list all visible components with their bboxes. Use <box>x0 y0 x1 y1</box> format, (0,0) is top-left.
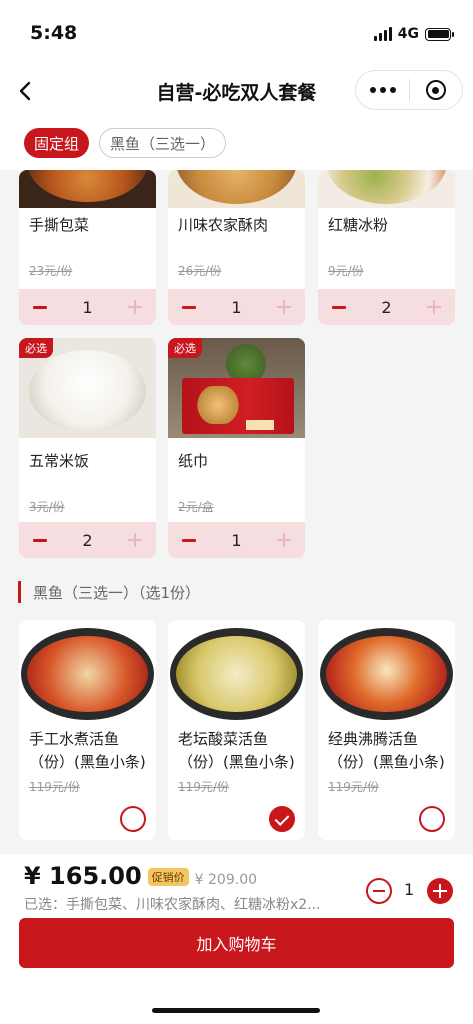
quantity-value: 1 <box>231 297 242 317</box>
product-name: 红糖冰粉 <box>328 216 389 234</box>
nav-bar: 自营-必吃双人套餐 <box>0 66 473 116</box>
network-label: 4G <box>397 26 419 42</box>
product-name: 纸巾 <box>178 452 209 470</box>
plus-icon[interactable] <box>427 300 441 314</box>
status-bar: 5:48 4G <box>0 0 473 66</box>
minus-icon[interactable] <box>33 300 47 314</box>
product-name: 川味农家酥肉 <box>178 216 269 234</box>
product-card: 红糖冰粉 9元/份 2 <box>318 170 455 325</box>
package-content: 手撕包菜 23元/份 1 川味农家酥肉 26元/份 1 红糖冰粉 9元/份 2 <box>0 170 473 854</box>
add-to-cart-button[interactable]: 加入购物车 <box>19 918 454 968</box>
product-price: 3元/份 <box>29 500 65 514</box>
quantity-stepper: 1 <box>168 289 305 325</box>
product-image-crispy-pork <box>168 170 305 208</box>
mini-program-capsule <box>355 70 463 110</box>
product-price: 119元/份 <box>178 780 229 794</box>
battery-icon <box>425 27 454 41</box>
product-card: 必选 五常米饭 3元/份 2 <box>19 338 156 558</box>
quantity-stepper: 2 <box>318 289 455 325</box>
package-quantity: 1 <box>404 880 415 899</box>
increase-quantity-button[interactable] <box>427 878 453 904</box>
status-time: 5:48 <box>30 22 78 44</box>
select-radio[interactable] <box>419 806 445 832</box>
product-price: 2元/盒 <box>178 500 214 514</box>
product-image-sizzling-fish <box>318 620 455 720</box>
minus-icon[interactable] <box>182 300 196 314</box>
product-name: 老坛酸菜活鱼（份）(黑鱼小条) <box>178 730 295 771</box>
more-icon[interactable] <box>356 70 409 110</box>
product-price: 23元/份 <box>29 264 73 278</box>
section-accent-bar <box>18 581 21 603</box>
tab-fish-choice[interactable]: 黑鱼（三选一） <box>99 128 227 158</box>
tab-fixed-group[interactable]: 固定组 <box>24 128 90 158</box>
product-image-boiled-fish <box>19 620 156 720</box>
group-tabs: 固定组 黑鱼（三选一） <box>0 116 473 170</box>
product-name: 手工水煮活鱼（份）(黑鱼小条) <box>29 730 146 771</box>
current-price: ¥ 165.00 <box>24 862 142 890</box>
quantity-value: 2 <box>381 297 392 317</box>
fish-option-card[interactable]: 手工水煮活鱼（份）(黑鱼小条) 119元/份 <box>19 620 156 840</box>
fish-option-card[interactable]: 老坛酸菜活鱼（份）(黑鱼小条) 119元/份 <box>168 620 305 840</box>
product-price: 119元/份 <box>328 780 379 794</box>
product-image-ice-jelly <box>318 170 455 208</box>
original-price: ¥ 209.00 <box>194 872 258 888</box>
product-card: 必选 纸巾 2元/盒 1 <box>168 338 305 558</box>
minus-icon[interactable] <box>332 300 346 314</box>
plus-icon[interactable] <box>128 533 142 547</box>
fish-section-header: 黑鱼（三选一）（选1份） <box>18 580 200 604</box>
required-badge: 必选 <box>19 338 53 358</box>
signal-icon <box>373 27 392 41</box>
product-price: 26元/份 <box>178 264 222 278</box>
checkout-bar: ¥ 165.00 促销价 ¥ 209.00 已选：手撕包菜、川味农家酥肉、红糖冰… <box>0 854 473 1024</box>
section-title: 黑鱼（三选一）（选1份） <box>33 583 201 602</box>
minus-icon[interactable] <box>33 533 47 547</box>
decrease-quantity-button[interactable] <box>366 878 392 904</box>
product-card: 川味农家酥肉 26元/份 1 <box>168 170 305 325</box>
fish-option-card[interactable]: 经典沸腾活鱼（份）(黑鱼小条) 119元/份 <box>318 620 455 840</box>
home-indicator <box>152 1008 320 1013</box>
product-price: 9元/份 <box>328 264 364 278</box>
product-image-shredded-cabbage <box>19 170 156 208</box>
selected-check-icon[interactable] <box>269 806 295 832</box>
promo-badge: 促销价 <box>147 868 189 886</box>
product-image-pickled-cabbage-fish <box>168 620 305 720</box>
product-price: 119元/份 <box>29 780 80 794</box>
plus-icon[interactable] <box>277 533 291 547</box>
product-name: 手撕包菜 <box>29 216 90 234</box>
quantity-value: 1 <box>231 530 242 550</box>
price-row: ¥ 165.00 促销价 ¥ 209.00 <box>24 862 257 890</box>
product-card: 手撕包菜 23元/份 1 <box>19 170 156 325</box>
product-name: 经典沸腾活鱼（份）(黑鱼小条) <box>328 730 445 771</box>
quantity-value: 1 <box>82 297 93 317</box>
quantity-stepper: 1 <box>19 289 156 325</box>
quantity-value: 2 <box>82 530 93 550</box>
plus-icon[interactable] <box>277 300 291 314</box>
selected-summary: 已选：手撕包菜、川味农家酥肉、红糖冰粉x2... <box>24 897 321 913</box>
minus-icon[interactable] <box>182 533 196 547</box>
status-indicators: 4G <box>373 26 454 42</box>
close-mini-program-icon[interactable] <box>410 70 462 110</box>
quantity-stepper: 2 <box>19 522 156 558</box>
quantity-stepper: 1 <box>168 522 305 558</box>
select-radio[interactable] <box>120 806 146 832</box>
plus-icon[interactable] <box>128 300 142 314</box>
required-badge: 必选 <box>168 338 202 358</box>
product-name: 五常米饭 <box>29 452 90 470</box>
